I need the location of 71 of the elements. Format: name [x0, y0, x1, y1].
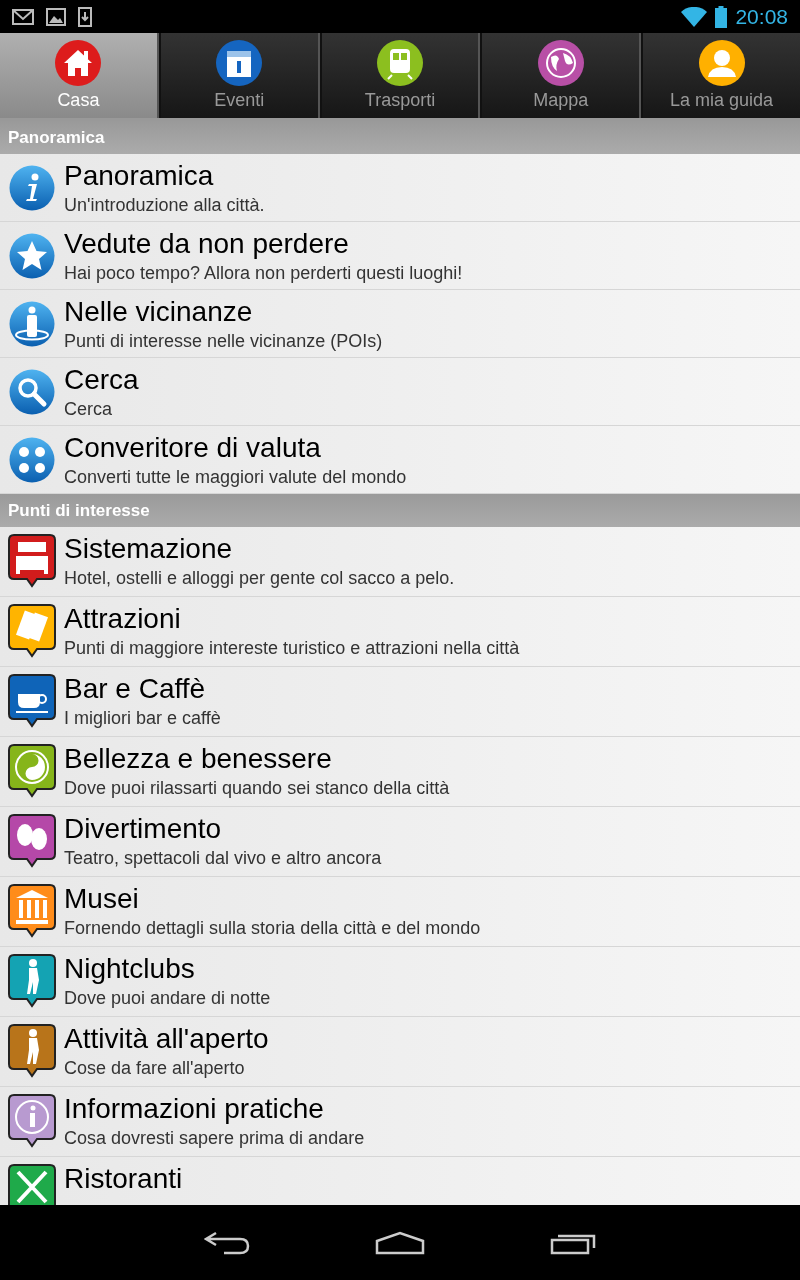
item-title: Nightclubs — [64, 952, 196, 986]
train-icon — [376, 39, 424, 87]
tab[interactable]: Mappa — [482, 33, 642, 118]
list-item[interactable]: Bellezza e benessere Dove puoi rilassarti quando sei stanco della città — [0, 737, 800, 807]
item-subtitle: Fornendo dettagli sulla storia della città e del mondo — [64, 917, 481, 939]
item-subtitle: Cosa dovresti sapere prima di andare — [64, 1127, 365, 1149]
home-icon[interactable] — [375, 1230, 425, 1255]
list-item[interactable]: Divertimento Teatro, spettacoli dal vivo e altro ancora — [0, 807, 800, 877]
item-subtitle: Cose da fare all'aperto — [64, 1057, 246, 1079]
list-item[interactable]: Nelle vicinanze Punti di interesse nelle vicinanze (POIs) — [0, 290, 800, 358]
mail-icon — [12, 8, 34, 25]
item-subtitle: Cerca — [64, 398, 113, 420]
list-item[interactable]: Nightclubs Dove puoi andare di notte — [0, 947, 800, 1017]
list-item[interactable]: Converitore di valuta Converti tutte le maggiori valute del mondo — [0, 426, 800, 494]
person-icon — [697, 39, 746, 87]
tab[interactable]: La mia guida — [643, 33, 800, 118]
list-item[interactable]: Bar e Caffè I migliori bar e caffè — [0, 667, 800, 737]
search-icon — [9, 369, 55, 415]
item-subtitle: Punti di maggiore intereste turistico e attrazioni nella città — [64, 637, 520, 659]
item-title: Musei — [64, 882, 140, 916]
list-item[interactable]: Cerca Cerca — [0, 358, 800, 426]
item-title: Attività all'aperto — [64, 1022, 269, 1056]
battery-icon — [715, 5, 728, 28]
clock-time: 20:08 — [735, 4, 788, 29]
item-title: Cerca — [64, 363, 139, 397]
list-item[interactable]: Ristoranti — [0, 1157, 800, 1205]
item-subtitle: Converti tutte le maggiori valute del mondo — [64, 466, 407, 488]
cup-icon — [8, 674, 56, 728]
list-item[interactable]: Attrazioni Punti di maggiore intereste turistico e attrazioni nella città — [0, 597, 800, 667]
tab[interactable]: Eventi — [160, 33, 320, 118]
calendar-icon — [215, 39, 264, 87]
item-subtitle: Dove puoi rilassarti quando sei stanco della città — [64, 777, 450, 799]
item-title: Converitore di valuta — [64, 431, 322, 465]
download-icon — [78, 6, 92, 27]
item-title: Sistemazione — [64, 532, 234, 566]
item-subtitle: I migliori bar e caffè — [64, 707, 221, 729]
item-subtitle: Hotel, ostelli e alloggi per gente col sacco a pelo. — [64, 567, 455, 589]
list-item[interactable]: Vedute da non perdere Hai poco tempo? Allora non perderti questi luoghi! — [0, 222, 800, 290]
back-icon[interactable] — [204, 1230, 250, 1255]
item-title: Divertimento — [64, 812, 223, 846]
list-item[interactable]: Musei Fornendo dettagli sulla storia della città e del mondo — [0, 877, 800, 947]
section-header: Panoramica — [0, 121, 800, 154]
item-subtitle: Punti di interesse nelle vicinanze (POIs) — [64, 330, 383, 352]
person-icon — [9, 301, 55, 347]
item-title: Nelle vicinanze — [64, 295, 254, 329]
image-icon — [46, 7, 66, 26]
list-item[interactable]: Panoramica Un'introduzione alla città. — [0, 154, 800, 222]
globe-icon — [536, 39, 585, 87]
item-title: Attrazioni — [64, 602, 182, 636]
list-item[interactable]: Sistemazione Hotel, ostelli e alloggi per gente col sacco a pelo. — [0, 527, 800, 597]
section-header: Punti di interesse — [0, 494, 800, 527]
yinyang-icon — [8, 744, 56, 798]
item-title: Bar e Caffè — [64, 672, 207, 706]
wifi-icon — [681, 6, 708, 27]
bed-icon — [8, 534, 56, 588]
item-title: Vedute da non perdere — [64, 227, 350, 261]
item-subtitle: Dove puoi andare di notte — [64, 987, 271, 1009]
item-subtitle: Un'introduzione alla città. — [64, 194, 265, 216]
tab[interactable]: Trasporti — [321, 33, 481, 118]
item-title: Panoramica — [64, 159, 215, 193]
item-title: Informazioni pratiche — [64, 1092, 325, 1126]
item-title: Bellezza e benessere — [64, 742, 333, 776]
list-item[interactable]: Informazioni pratiche Cosa dovresti sapere prima di andare — [0, 1087, 800, 1157]
info-icon — [9, 165, 55, 211]
columns-icon — [8, 884, 56, 938]
list-item[interactable]: Attività all'aperto Cose da fare all'aperto — [0, 1017, 800, 1087]
item-title: Ristoranti — [64, 1162, 183, 1196]
item-subtitle: Hai poco tempo? Allora non perderti questi luoghi! — [64, 262, 463, 284]
item-subtitle: Teatro, spettacoli dal vivo e altro ancora — [64, 847, 382, 869]
house-icon — [54, 39, 103, 87]
info-icon — [8, 1094, 56, 1148]
